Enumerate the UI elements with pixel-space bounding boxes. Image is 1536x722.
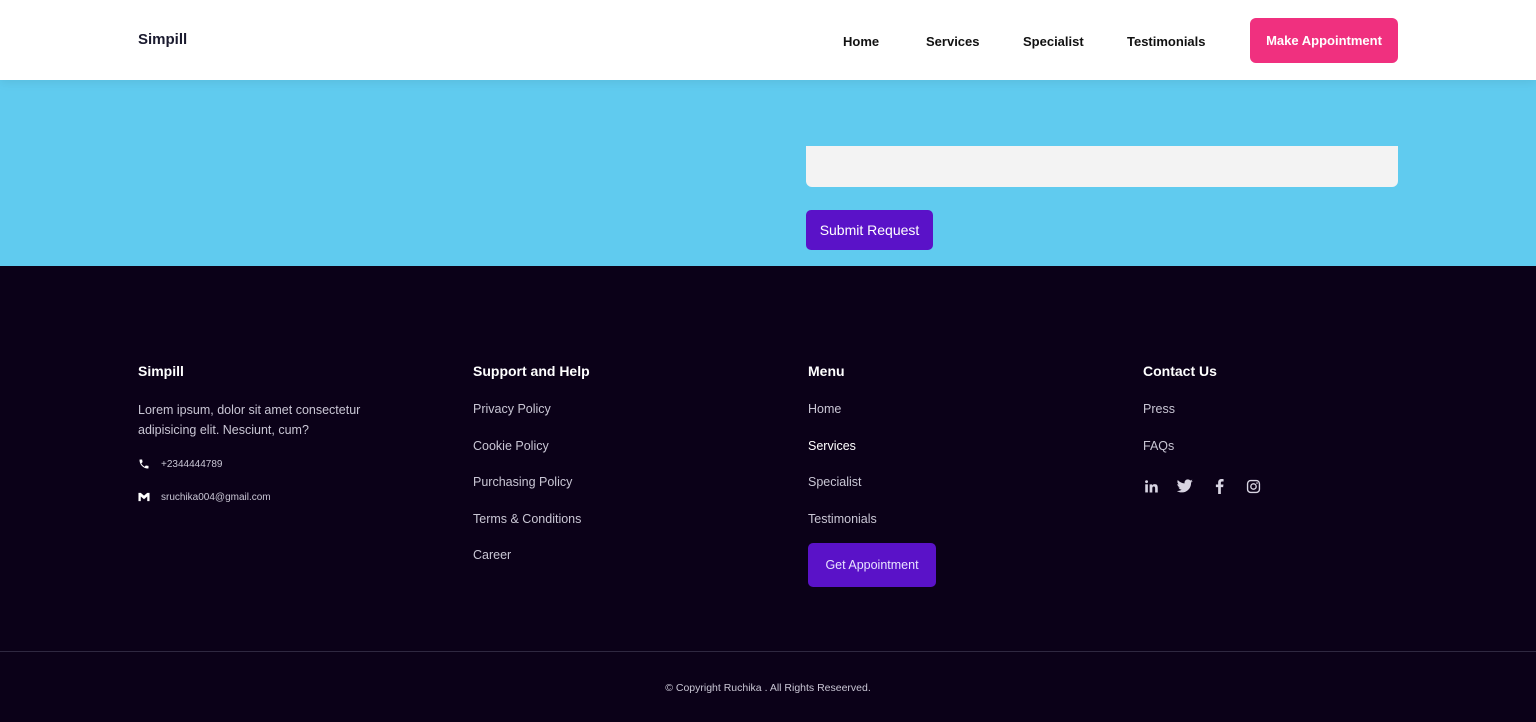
- support-link-cookie[interactable]: Cookie Policy: [473, 438, 590, 475]
- support-links: Privacy Policy Cookie Policy Purchasing …: [473, 401, 590, 584]
- site-header: Simpill Home Services Specialist Testimo…: [0, 0, 1536, 80]
- instagram-icon[interactable]: [1245, 478, 1261, 494]
- footer-home-link[interactable]: Home: [808, 402, 841, 416]
- menu-link-specialist[interactable]: Specialist: [808, 474, 877, 511]
- nav-home[interactable]: Home: [843, 34, 879, 49]
- copyright-text: © Copyright Ruchika . All Rights Reseerv…: [665, 682, 871, 694]
- footer-specialist-link[interactable]: Specialist: [808, 475, 862, 489]
- email-address[interactable]: sruchika004@gmail.com: [161, 492, 271, 503]
- purchasing-policy-link[interactable]: Purchasing Policy: [473, 475, 572, 489]
- facebook-icon[interactable]: [1211, 478, 1227, 494]
- menu-links: Home Services Specialist Testimonials: [808, 401, 877, 547]
- contact-title: Contact Us: [1143, 363, 1217, 379]
- privacy-policy-link[interactable]: Privacy Policy: [473, 402, 551, 416]
- submit-request-button[interactable]: Submit Request: [806, 210, 933, 250]
- nav-services[interactable]: Services: [926, 34, 980, 49]
- menu-title: Menu: [808, 363, 845, 379]
- linkedin-icon[interactable]: [1143, 478, 1159, 494]
- menu-link-home[interactable]: Home: [808, 401, 877, 438]
- terms-link[interactable]: Terms & Conditions: [473, 512, 581, 526]
- press-link[interactable]: Press: [1143, 402, 1175, 416]
- contact-link-press[interactable]: Press: [1143, 401, 1261, 438]
- menu-link-testimonials[interactable]: Testimonials: [808, 511, 877, 548]
- support-link-terms[interactable]: Terms & Conditions: [473, 511, 590, 548]
- get-appointment-button[interactable]: Get Appointment: [808, 543, 936, 587]
- cookie-policy-link[interactable]: Cookie Policy: [473, 439, 549, 453]
- gmail-icon: [138, 491, 150, 503]
- footer-about-column: Simpill Lorem ipsum, dolor sit amet cons…: [138, 363, 398, 504]
- footer-description: Lorem ipsum, dolor sit amet consectetur …: [138, 403, 361, 437]
- phone-icon: [138, 458, 150, 470]
- message-textarea[interactable]: [806, 146, 1398, 187]
- footer-services-link[interactable]: Services: [808, 439, 856, 453]
- phone-row: +2344444789: [138, 457, 398, 471]
- faqs-link[interactable]: FAQs: [1143, 439, 1174, 453]
- support-link-privacy[interactable]: Privacy Policy: [473, 401, 590, 438]
- appointment-form-section: Submit Request: [0, 80, 1536, 266]
- contact-link-faqs[interactable]: FAQs: [1143, 438, 1261, 475]
- twitter-icon[interactable]: [1177, 478, 1193, 494]
- nav-specialist[interactable]: Specialist: [1023, 34, 1084, 49]
- menu-link-services[interactable]: Services: [808, 438, 877, 475]
- footer-menu-column: Menu Home Services Specialist Testimonia…: [808, 363, 936, 587]
- footer-testimonials-link[interactable]: Testimonials: [808, 512, 877, 526]
- brand-logo[interactable]: Simpill: [138, 31, 187, 48]
- make-appointment-button[interactable]: Make Appointment: [1250, 18, 1398, 63]
- footer-divider: [0, 651, 1536, 652]
- site-footer: Simpill Lorem ipsum, dolor sit amet cons…: [0, 266, 1536, 722]
- nav-testimonials[interactable]: Testimonials: [1127, 34, 1206, 49]
- support-title: Support and Help: [473, 363, 590, 379]
- contact-links: Press FAQs: [1143, 401, 1261, 474]
- career-link[interactable]: Career: [473, 548, 511, 562]
- support-link-purchasing[interactable]: Purchasing Policy: [473, 474, 590, 511]
- support-link-career[interactable]: Career: [473, 547, 590, 584]
- footer-contact-column: Contact Us Press FAQs: [1143, 363, 1261, 494]
- email-row: sruchika004@gmail.com: [138, 490, 398, 504]
- footer-support-column: Support and Help Privacy Policy Cookie P…: [473, 363, 590, 584]
- social-icons: [1143, 478, 1261, 494]
- phone-number[interactable]: +2344444789: [161, 459, 222, 470]
- footer-brand: Simpill: [138, 363, 184, 379]
